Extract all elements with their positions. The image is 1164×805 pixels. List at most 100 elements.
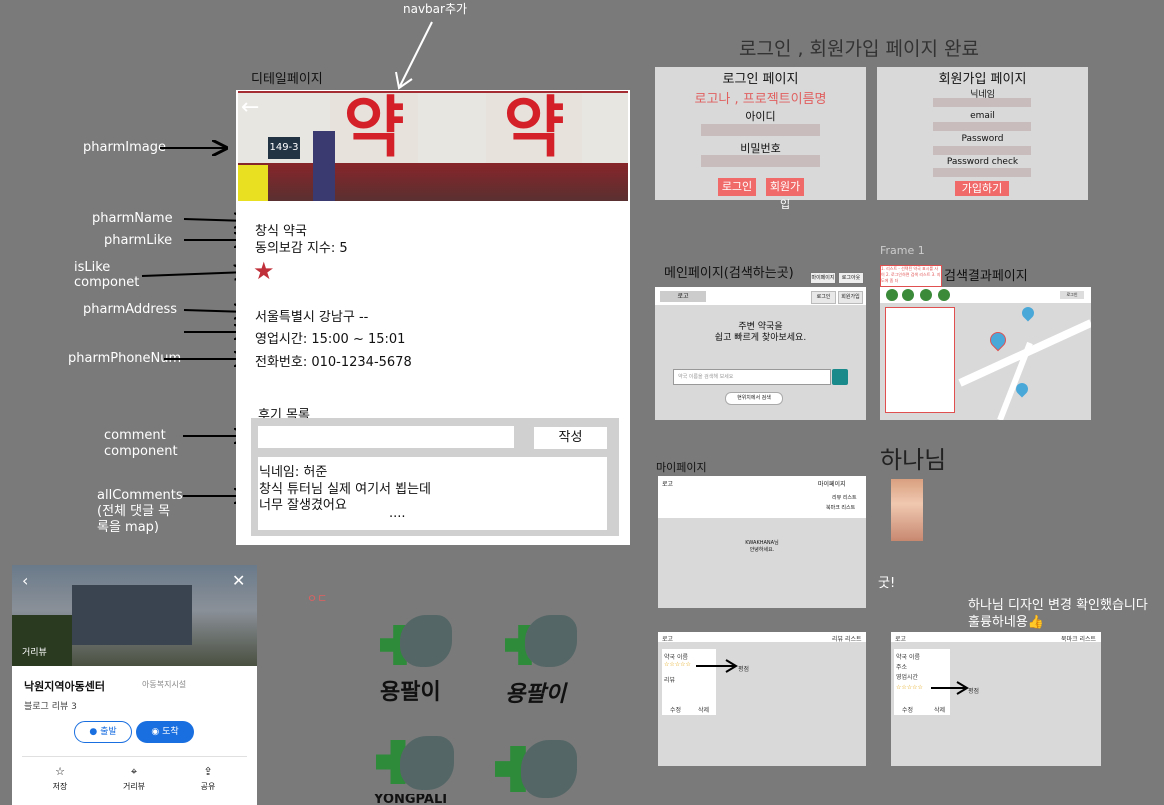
hanna-comment: 하나님 디자인 변경 확인했습니다 훌륭하네용👍: [968, 598, 1148, 630]
main-join-btn[interactable]: 회원가입: [838, 291, 863, 304]
logo-mini-icon: [886, 289, 898, 301]
dragon-logo-3: [376, 736, 458, 794]
search-login-btn[interactable]: 로그인: [1060, 291, 1084, 299]
logo-name-english: YONGPALI: [374, 794, 448, 805]
place-title: 낙원지역아동센터: [24, 680, 105, 693]
review-list-link[interactable]: 리뷰 리스트: [832, 494, 857, 501]
mypage-greeting: KWAKHANA님 안녕하세요.: [745, 540, 779, 553]
bookmark-header-link[interactable]: 북마크 리스트: [1061, 634, 1096, 643]
hanna-signature: 하나님: [880, 446, 947, 474]
bookmark-logo: 로고: [895, 636, 907, 643]
like-star-icon[interactable]: ★: [253, 257, 275, 285]
nickname-field[interactable]: [933, 98, 1031, 107]
comment-list: 닉네임: 허준 창식 튜터님 실제 여기서 뵙는데 너무 잘생겼어요 ....: [258, 457, 607, 530]
dragon-logo-1: [380, 615, 456, 671]
arrive-button[interactable]: ◉ 도착: [136, 721, 194, 743]
main-logo: 로고: [660, 291, 706, 302]
main-login-btn[interactable]: 로그인: [811, 291, 836, 304]
password-check-label: Password check: [946, 157, 1019, 167]
login-button[interactable]: 로그인: [718, 178, 756, 196]
login-page-mock: 로그인 페이지 로고나 , 프로젝트이름명 아이디 비밀번호 로그인 회원가입: [655, 67, 866, 211]
main-nearby-button[interactable]: 현위치에서 검색: [725, 392, 783, 405]
search-note: 1. 리스트 - 선택된 약국 표시를 사이 2. 로그인하면 검색 리스트 3…: [880, 265, 942, 287]
mypage-link[interactable]: 마이페이지: [818, 479, 846, 488]
login-brand: 로고나 , 프로젝트이름명: [694, 92, 827, 107]
comment-area: 작성 닉네임: 허준 창식 튜터님 실제 여기서 뵙는데 너무 잘생겼어요 ..…: [251, 418, 619, 536]
sign-char-1: 약: [330, 93, 418, 163]
navbar-arrow: [395, 21, 433, 90]
annotation-arrows: [141, 0, 260, 520]
detail-page-title: 디테일페이지: [251, 72, 323, 87]
comment-text-2: 너무 잘생겼어요: [259, 498, 347, 513]
mypage-title: 마이페이지: [656, 461, 707, 474]
review-header-link[interactable]: 리뷰 리스트: [832, 634, 862, 643]
detail-page-frame: 약 약 149-3 ← 창식 약국 동의보감 지수: 5 ★ 서울특별시 강남구…: [236, 90, 630, 545]
login-title: 로그인 페이지: [722, 72, 799, 87]
navbar-note: navbar추가: [403, 2, 468, 16]
pharm-address: 서울특별시 강남구 --: [255, 310, 369, 325]
mypage-mock: 로고 마이페이지 리뷰 리스트 북마크 리스트 KWAKHANA님 안녕하세요.: [658, 476, 866, 608]
review-logo: 로고: [662, 636, 674, 643]
main-page-mock: 로고 로그인 회원가입 주변 약국을 쉽고 빠르게 찾아보세요. 약국 이름을 검…: [655, 287, 866, 420]
roadview-pin-icon[interactable]: ⌖: [124, 765, 144, 779]
close-icon[interactable]: ✕: [232, 571, 245, 590]
password-field[interactable]: [933, 146, 1031, 155]
done-title: 로그인 , 회원가입 페이지 완료: [739, 38, 979, 60]
star-outline-icon[interactable]: ☆: [50, 765, 70, 778]
comment-input[interactable]: [258, 426, 514, 448]
profile-photo: [891, 479, 923, 541]
review-edit[interactable]: 수정: [670, 705, 681, 714]
main-logout-btn[interactable]: 로그아웃: [838, 272, 864, 284]
bookmark-list-link[interactable]: 북마크 리스트: [826, 504, 855, 511]
address-plate: 149-3: [268, 137, 300, 159]
main-mypage-btn[interactable]: 마이페이지: [810, 272, 836, 284]
kakao-place-card: ‹ ✕ 거리뷰 낙원지역아동센터 아동복지시설 블로그 리뷰 3 ● 출발 ◉ …: [12, 565, 257, 805]
signup-title: 회원가입 페이지: [938, 72, 1027, 87]
back-arrow-icon[interactable]: ←: [241, 95, 259, 120]
bookmark-list-mock: 로고 북마크 리스트 약국 이름 주소 영업시간 ☆☆☆☆☆ 수정 삭제 평점: [891, 632, 1101, 766]
depart-button[interactable]: ● 출발: [74, 721, 132, 743]
logo-name-korean-2: 용팔이: [505, 681, 566, 707]
share-icon[interactable]: ⇪: [198, 765, 218, 778]
sign-char-2: 약: [486, 93, 582, 163]
pharm-like: 동의보감 지수: 5: [255, 241, 348, 256]
main-search-button[interactable]: [832, 369, 848, 385]
write-button[interactable]: 작성: [534, 427, 607, 449]
review-list-mock: 로고 리뷰 리스트 약국 이름 ☆☆☆☆☆ 리뷰 수정 삭제 평점: [658, 632, 866, 766]
misc-glyph: ㅇㄷ: [307, 592, 328, 605]
pw-field[interactable]: [701, 155, 820, 167]
bookmark-edit[interactable]: 수정: [902, 705, 913, 714]
frame1-label: Frame 1: [880, 244, 925, 257]
bookmark-delete[interactable]: 삭제: [934, 705, 945, 714]
id-label: 아이디: [745, 110, 776, 123]
main-search-input[interactable]: 약국 이름을 검색해 보세요: [673, 369, 831, 385]
main-page-title: 메인페이지(검색하는곳): [664, 266, 794, 281]
bookmark-arrow: [931, 681, 969, 695]
logo-name-korean-1: 용팔이: [380, 680, 441, 705]
id-field[interactable]: [701, 124, 820, 136]
result-list-panel: [885, 307, 955, 413]
signup-submit-button[interactable]: 가입하기: [955, 181, 1009, 196]
signup-page-mock: 회원가입 페이지 닉네임 email Password Password che…: [877, 67, 1088, 200]
email-field[interactable]: [933, 122, 1031, 131]
dragon-logo-2: [505, 615, 581, 671]
password-check-field[interactable]: [933, 168, 1031, 177]
main-headline: 주변 약국을 쉽고 빠르게 찾아보세요.: [714, 322, 807, 343]
signup-button[interactable]: 회원가입: [766, 178, 804, 211]
save-label[interactable]: 저장: [50, 781, 70, 792]
review-arrow: [696, 659, 738, 673]
good-note: 굿!: [878, 576, 896, 591]
back-chevron-icon[interactable]: ‹: [22, 571, 28, 590]
place-category: 아동복지시설: [142, 680, 187, 689]
review-delete[interactable]: 삭제: [698, 705, 709, 714]
dragon-logo-4: [495, 740, 579, 802]
share-label[interactable]: 공유: [198, 781, 218, 792]
pw-label: 비밀번호: [740, 142, 781, 155]
email-label: email: [970, 111, 995, 121]
place-photo: [12, 565, 257, 666]
roadview-label[interactable]: 거리뷰: [22, 645, 47, 658]
pharm-image: 약 약 149-3 ←: [238, 91, 628, 201]
blog-review[interactable]: 블로그 리뷰 3: [24, 699, 77, 712]
comment-more: ....: [389, 506, 406, 521]
roadview-action-label[interactable]: 거리뷰: [122, 781, 146, 792]
